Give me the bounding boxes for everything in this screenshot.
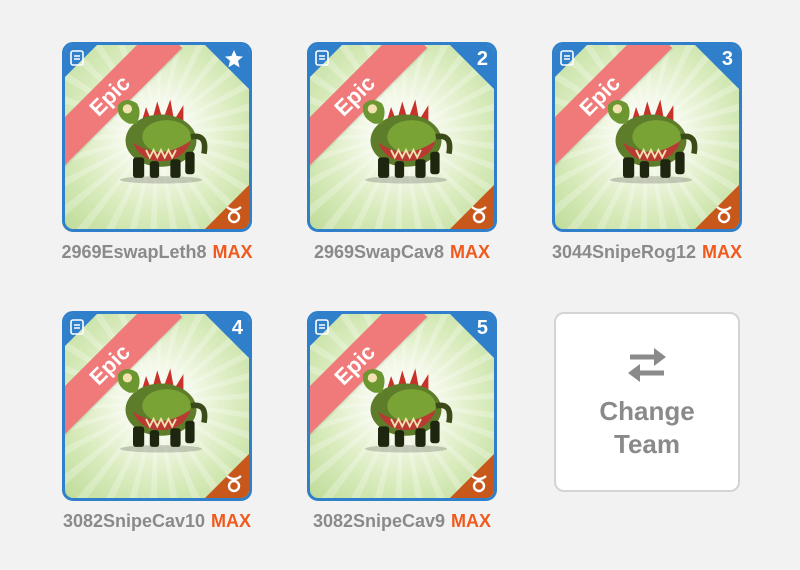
change-team-button[interactable]: Change Team <box>554 312 740 492</box>
monster-name: 3082SnipeCav9 <box>312 511 446 531</box>
monster-card[interactable]: Epic 4 <box>62 311 252 501</box>
monster-card[interactable]: Epic <box>62 42 252 232</box>
max-level-tag: MAX <box>212 242 253 262</box>
monster-name: 3082SnipeCav10 <box>62 511 206 531</box>
slot-number: 4 <box>231 317 243 339</box>
taurus-icon <box>716 206 732 224</box>
swap-arrows-icon <box>628 348 666 382</box>
book-icon <box>560 50 574 66</box>
max-level-tag: MAX <box>450 242 491 262</box>
book-icon <box>315 319 329 335</box>
monster-name-line: 2969EswapLeth8 MAX <box>50 242 264 263</box>
team-slot-2[interactable]: Epic 2 2969SwapCav8 MAX <box>307 42 497 263</box>
team-slot-5[interactable]: Epic 5 3082SnipeCav9 MAX <box>307 311 497 532</box>
max-level-tag: MAX <box>211 511 252 531</box>
max-level-tag: MAX <box>451 511 492 531</box>
book-icon <box>70 319 84 335</box>
max-level-tag: MAX <box>702 242 743 262</box>
team-slot-4[interactable]: Epic 4 3082SnipeCav10 MAX <box>62 311 252 532</box>
change-team-label: Change Team <box>556 395 738 461</box>
monster-image <box>105 352 217 456</box>
monster-card[interactable]: Epic 3 <box>552 42 742 232</box>
monster-name-line: 3082SnipeCav9 MAX <box>295 511 509 532</box>
team-slot-1[interactable]: Epic 2969EswapLeth8 MAX <box>61 42 253 263</box>
taurus-icon <box>471 206 487 224</box>
monster-image <box>595 83 707 187</box>
monster-name: 3044SnipeRog12 <box>551 242 697 262</box>
book-icon <box>70 50 84 66</box>
slot-number: 5 <box>476 317 488 339</box>
leader-star-icon <box>225 50 243 68</box>
monster-card[interactable]: Epic 5 <box>307 311 497 501</box>
monster-image <box>350 352 462 456</box>
taurus-icon <box>226 206 242 224</box>
book-icon <box>315 50 329 66</box>
taurus-icon <box>471 475 487 493</box>
monster-name: 2969EswapLeth8 <box>61 242 207 262</box>
slot-number: 3 <box>721 48 733 70</box>
team-slot-3[interactable]: Epic 3 3044SnipeRog12 MAX <box>552 42 742 263</box>
monster-name-line: 3044SnipeRog12 MAX <box>540 242 754 263</box>
monster-image <box>105 83 217 187</box>
monster-name: 2969SwapCav8 <box>313 242 445 262</box>
slot-number: 2 <box>476 48 488 70</box>
taurus-icon <box>226 475 242 493</box>
monster-name-line: 2969SwapCav8 MAX <box>295 242 509 263</box>
monster-name-line: 3082SnipeCav10 MAX <box>50 511 264 532</box>
change-team-label-line1: Change <box>599 396 695 426</box>
monster-image <box>350 83 462 187</box>
change-team-label-line2: Team <box>614 429 680 459</box>
monster-card[interactable]: Epic 2 <box>307 42 497 232</box>
